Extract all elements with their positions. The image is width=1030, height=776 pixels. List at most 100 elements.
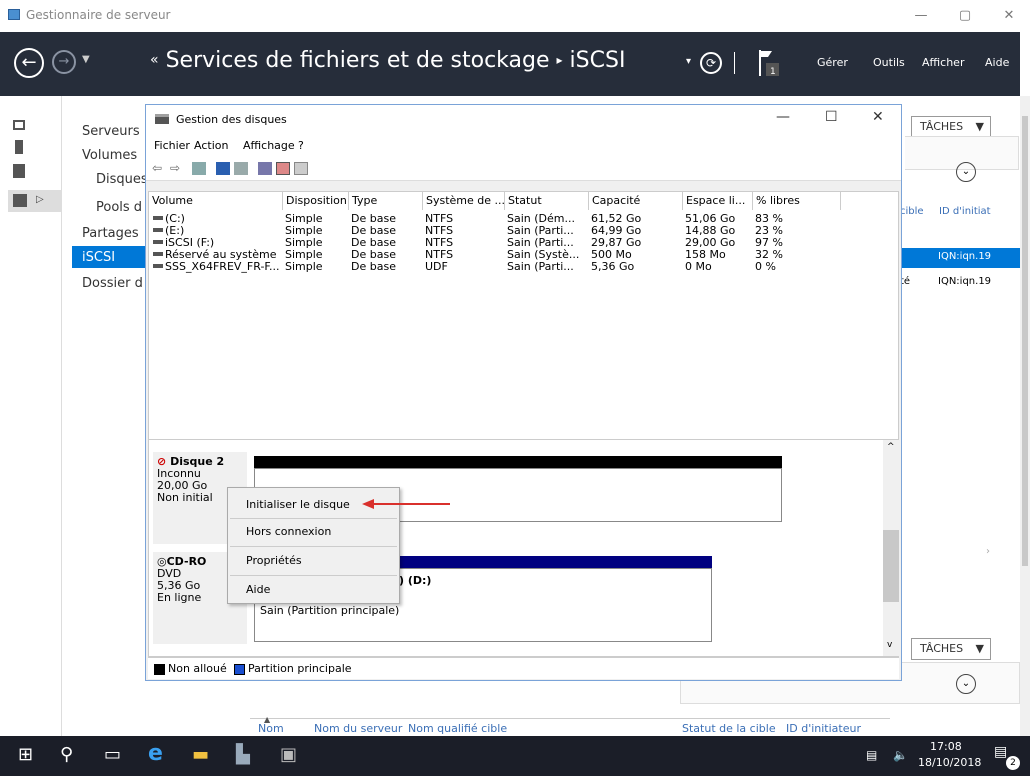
- menu-initialize-disk[interactable]: Initialiser le disque: [246, 498, 350, 511]
- disk-management-taskbar-icon[interactable]: ▣: [280, 744, 297, 765]
- dm-minimize-button[interactable]: —: [776, 109, 790, 125]
- server-manager-taskbar-icon[interactable]: ▙: [236, 744, 250, 765]
- check-icon[interactable]: [276, 162, 290, 175]
- col-capacity[interactable]: Capacité: [589, 192, 683, 210]
- windows-start-icon[interactable]: ⊞: [18, 744, 33, 765]
- menu-action[interactable]: Action: [194, 139, 228, 152]
- nav-iscsi[interactable]: iSCSI: [82, 250, 115, 265]
- col-free-space[interactable]: Espace li...: [683, 192, 753, 210]
- volume-muted-icon[interactable]: 🔈: [893, 748, 908, 762]
- scroll-right-icon[interactable]: ›: [986, 546, 990, 557]
- maximize-button[interactable]: ▢: [950, 4, 980, 28]
- legend-primary: Partition principale: [248, 662, 352, 675]
- col-name[interactable]: Nom: [258, 722, 284, 735]
- ie-browser-icon[interactable]: e: [148, 741, 163, 766]
- task-view-icon[interactable]: ▭: [104, 744, 121, 765]
- dm-close-button[interactable]: ✕: [872, 109, 884, 125]
- clock-date[interactable]: 18/10/2018: [918, 756, 981, 769]
- table-cell: 5,36 Go: [591, 260, 635, 273]
- clock-time[interactable]: 17:08: [930, 740, 962, 753]
- breadcrumb-overflow-icon[interactable]: «: [150, 52, 159, 68]
- cd-partition-status: Sain (Partition principale): [260, 604, 400, 617]
- col-target-status[interactable]: cible: [900, 206, 924, 217]
- cd-volume-icon: [153, 264, 163, 268]
- bottom-column-headers: Nom ▲ Nom du serveur Nom qualifié cible …: [250, 715, 890, 736]
- col-initiator-id[interactable]: ID d'initiat: [939, 206, 991, 217]
- menu-properties[interactable]: Propriétés: [246, 554, 302, 567]
- forward-arrow-icon[interactable]: ⇨: [170, 161, 180, 175]
- back-arrow-icon[interactable]: ⇦: [152, 161, 162, 175]
- dashboard-icon[interactable]: [13, 120, 25, 130]
- minimize-button[interactable]: —: [906, 4, 936, 28]
- expand-chevron-icon[interactable]: ⌄: [956, 162, 976, 182]
- col-blank: [841, 192, 900, 210]
- connect-icon[interactable]: [258, 162, 272, 175]
- col-status[interactable]: Statut: [505, 192, 589, 210]
- menu-tools[interactable]: Outils: [873, 56, 905, 69]
- menu-file[interactable]: Fichier: [154, 139, 190, 152]
- col-percent-free[interactable]: % libres: [753, 192, 841, 210]
- local-server-icon[interactable]: [15, 140, 23, 154]
- refresh-icon[interactable]: ⟳: [700, 52, 722, 74]
- nav-servers[interactable]: Serveurs: [82, 124, 140, 139]
- initiator-value-2: IQN:iqn.19: [938, 276, 992, 287]
- close-button[interactable]: ✕: [994, 4, 1024, 28]
- col-server-name[interactable]: Nom du serveur: [314, 722, 402, 735]
- volume-icon: [153, 240, 163, 244]
- dropdown-icon[interactable]: ▾: [686, 56, 691, 67]
- initiator-value: IQN:iqn.19: [938, 251, 992, 262]
- breadcrumb-title[interactable]: Services de fichiers et de stockage: [166, 48, 550, 73]
- volume-name-cell: SSS_X64FREV_FR-F...: [165, 260, 280, 273]
- col-layout[interactable]: Disposition: [283, 192, 349, 210]
- lower-scrollbar[interactable]: ^ v: [883, 440, 899, 656]
- col-volume[interactable]: Volume: [149, 192, 283, 210]
- col-initiator-id-bottom[interactable]: ID d'initiateur: [786, 722, 861, 735]
- nav-pools[interactable]: Pools d: [96, 200, 142, 215]
- taskbar: ⊞ ⚲ ▭ e ▬ ▙ ▣ ▤ 🔈 17:08 18/10/2018 ▤ 2: [0, 736, 1030, 776]
- list-icon[interactable]: [294, 162, 308, 175]
- notifications-flag-icon[interactable]: 1: [758, 48, 780, 78]
- nav-work-folders[interactable]: Dossier d: [82, 276, 143, 291]
- menu-offline[interactable]: Hors connexion: [246, 525, 331, 538]
- main-scrollbar[interactable]: [1020, 96, 1030, 736]
- dm-maximize-button[interactable]: ☐: [825, 109, 838, 125]
- svg-text:1: 1: [770, 67, 776, 77]
- breadcrumb-separator-icon: ▸: [556, 53, 563, 67]
- all-servers-icon[interactable]: [13, 164, 25, 178]
- network-icon[interactable]: ▤: [866, 748, 877, 762]
- help-icon[interactable]: [216, 162, 230, 175]
- forward-button[interactable]: →: [52, 50, 76, 74]
- col-target-status-bottom[interactable]: Statut de la cible: [682, 722, 776, 735]
- menu-affichage[interactable]: Affichage: [243, 139, 295, 152]
- back-button[interactable]: ←: [14, 48, 44, 78]
- menu-help-q[interactable]: ?: [298, 139, 304, 152]
- menu-manage[interactable]: Gérer: [817, 56, 848, 69]
- table-row[interactable]: iSCSI (F:) Simple De base NTFS Sain (Parti..…: [149, 236, 900, 249]
- table-row[interactable]: SSS_X64FREV_FR-F... Simple De base UDF Sain …: [149, 260, 900, 273]
- nav-disks[interactable]: Disques: [96, 172, 148, 187]
- col-filesystem[interactable]: Système de ...: [423, 192, 505, 210]
- console-icon[interactable]: [192, 162, 206, 175]
- history-dropdown-icon[interactable]: ▼: [82, 54, 90, 65]
- unallocated-bar: [254, 456, 782, 468]
- nav-volumes[interactable]: Volumes: [82, 148, 137, 163]
- table-row[interactable]: (C:) Simple De base NTFS Sain (Dém... 61,52 G…: [149, 212, 900, 225]
- menu-view[interactable]: Afficher: [922, 56, 964, 69]
- search-icon[interactable]: ⚲: [60, 744, 73, 765]
- menu-help[interactable]: Aide: [246, 583, 270, 596]
- col-target-iqn[interactable]: Nom qualifié cible: [408, 722, 507, 735]
- menu-help[interactable]: Aide: [985, 56, 1009, 69]
- window-title: Gestionnaire de serveur: [26, 8, 171, 22]
- nav-shares[interactable]: Partages: [82, 226, 139, 241]
- tasks-dropdown-top[interactable]: TÂCHES ▼: [911, 116, 991, 138]
- col-type[interactable]: Type: [349, 192, 423, 210]
- tasks-dropdown-bottom[interactable]: TÂCHES ▼: [911, 638, 991, 660]
- table-cell: UDF: [425, 260, 448, 273]
- expand-chevron-icon-2[interactable]: ⌄: [956, 674, 976, 694]
- properties-icon[interactable]: [234, 162, 248, 175]
- expand-icon[interactable]: ▷: [36, 194, 44, 205]
- file-explorer-icon[interactable]: ▬: [192, 744, 209, 765]
- table-row[interactable]: Réservé au système Simple De base NTFS Sain …: [149, 248, 900, 261]
- table-cell: De base: [351, 260, 396, 273]
- table-row[interactable]: (E:) Simple De base NTFS Sain (Parti... 64,99…: [149, 224, 900, 237]
